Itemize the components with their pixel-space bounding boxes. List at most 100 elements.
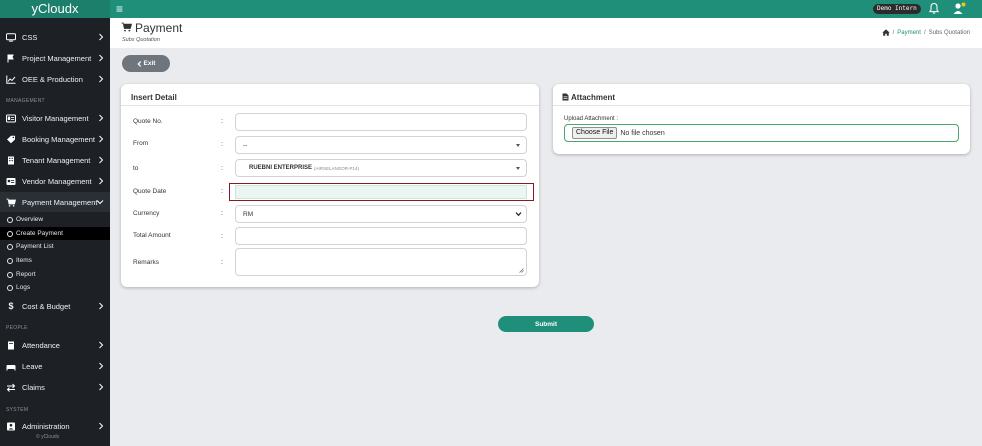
- file-icon: [562, 93, 569, 101]
- sidebar-item-label: Tenant Management: [22, 155, 91, 165]
- from-select[interactable]: --: [235, 136, 527, 154]
- chevron-right-icon: [99, 362, 104, 370]
- sidebar-item-label: Vendor Management: [22, 176, 92, 186]
- resize-handle-icon[interactable]: [519, 268, 524, 273]
- chevron-right-icon: [99, 135, 104, 143]
- breadcrumb-link-payment[interactable]: Payment: [897, 30, 921, 36]
- breadcrumb-separator: /: [892, 29, 895, 36]
- file-input[interactable]: Choose File No file chosen: [564, 124, 959, 142]
- choose-file-button[interactable]: Choose File: [572, 127, 618, 139]
- currency-selected-value: RM: [243, 210, 254, 218]
- section-people: PEOPLE: [6, 325, 28, 331]
- top-bar: [0, 0, 982, 18]
- total-amount-label: Total Amount: [133, 232, 171, 239]
- brand-logo[interactable]: yCloudx: [0, 0, 110, 18]
- sidebar-item-claims[interactable]: Claims: [0, 377, 110, 397]
- sidebar-sub-label: Items: [16, 257, 32, 264]
- sidebar-item-payment-management[interactable]: Payment Management: [0, 192, 110, 212]
- total-amount-input[interactable]: [235, 227, 527, 245]
- sidebar-item-label: Visitor Management: [22, 113, 89, 123]
- field-colon: :: [221, 141, 223, 148]
- chevron-right-icon: [99, 341, 104, 349]
- sidebar-sub-label: Overview: [16, 216, 44, 223]
- chevron-right-icon: [99, 422, 104, 430]
- sidebar-sub-logs[interactable]: Logs: [0, 281, 110, 294]
- dollar-icon: $: [8, 300, 14, 311]
- home-icon[interactable]: [881, 29, 890, 36]
- chevron-right-icon: [99, 383, 104, 391]
- sidebar-item-css[interactable]: CSS: [0, 27, 110, 47]
- page-subtitle: Subs Quotation: [122, 37, 160, 43]
- section-management: MANAGEMENT: [6, 98, 45, 104]
- sidebar-item-label: Booking Management: [22, 134, 95, 144]
- circle-icon: [7, 271, 13, 278]
- field-colon: :: [221, 210, 223, 217]
- to-selected-hint: (AIRSELANGOR-P14): [314, 165, 360, 171]
- circle-icon: [7, 230, 13, 237]
- chevron-right-icon: [99, 75, 104, 83]
- bell-icon[interactable]: [928, 2, 940, 15]
- quote-no-label: Quote No.: [133, 118, 163, 125]
- sidebar-sub-items[interactable]: Items: [0, 254, 110, 267]
- circle-icon: [7, 243, 13, 250]
- caret-down-icon: [516, 144, 520, 147]
- circle-icon: [7, 257, 13, 264]
- sidebar-item-label: Payment Management: [22, 197, 98, 207]
- cart-icon: [121, 22, 132, 32]
- insert-detail-title: Insert Detail: [131, 93, 177, 102]
- sidebar-sub-report[interactable]: Report: [0, 268, 110, 281]
- hamburger-menu-icon[interactable]: ≡: [116, 2, 123, 16]
- from-label: From: [133, 140, 149, 147]
- remarks-label: Remarks: [133, 259, 160, 266]
- chevron-right-icon: [99, 302, 104, 310]
- sidebar-sub-payment-list[interactable]: Payment List: [0, 240, 110, 253]
- sidebar-item-administration[interactable]: Administration: [0, 416, 110, 436]
- sidebar-item-vendor-management[interactable]: Vendor Management: [0, 171, 110, 191]
- sidebar-sub-overview[interactable]: Overview: [0, 213, 110, 226]
- chevron-right-icon: [99, 54, 104, 62]
- sidebar-item-label: Claims: [22, 382, 45, 392]
- sidebar-item-attendance[interactable]: Attendance: [0, 335, 110, 355]
- field-colon: :: [221, 233, 223, 240]
- sidebar-item-label: Attendance: [22, 340, 60, 350]
- sidebar-item-label: Administration: [22, 421, 70, 431]
- sidebar-sub-label: Report: [16, 271, 36, 278]
- breadcrumb-current: Subs Quotation: [928, 29, 970, 36]
- field-colon: :: [221, 259, 223, 266]
- sidebar-sub-label: Create Payment: [16, 230, 63, 237]
- sidebar-item-cost-budget[interactable]: $ Cost & Budget: [0, 296, 110, 316]
- user-icon[interactable]: [953, 2, 966, 15]
- sidebar-item-label: Leave: [22, 361, 43, 371]
- breadcrumb-separator: /: [923, 29, 926, 36]
- sidebar-item-visitor-management[interactable]: Visitor Management: [0, 108, 110, 128]
- currency-select[interactable]: RM: [235, 205, 527, 223]
- quote-date-input[interactable]: [235, 185, 527, 199]
- quote-no-input[interactable]: [235, 113, 527, 131]
- chevron-right-icon: [99, 177, 104, 185]
- sidebar-sub-create-payment[interactable]: Create Payment: [0, 227, 110, 240]
- id-card-icon: [6, 114, 16, 122]
- to-select[interactable]: RUEBNI ENTERPRISE (AIRSELANGOR-P14): [235, 159, 527, 177]
- chevron-right-icon: [99, 114, 104, 122]
- sidebar-item-booking-management[interactable]: Booking Management: [0, 129, 110, 149]
- submit-button[interactable]: Submit: [498, 316, 594, 332]
- chart-icon: [6, 75, 16, 84]
- chevron-left-icon: [136, 60, 141, 67]
- breadcrumb: / Payment / Subs Quotation: [881, 29, 970, 36]
- exit-button[interactable]: Exit: [122, 55, 170, 72]
- card-divider: [121, 105, 539, 106]
- card-divider: [553, 105, 970, 106]
- page-header: [110, 18, 982, 48]
- sidebar-item-tenant-management[interactable]: Tenant Management: [0, 150, 110, 170]
- page-title: Payment: [135, 21, 183, 35]
- remarks-textarea[interactable]: [235, 248, 527, 276]
- tag-icon: [7, 135, 15, 143]
- sidebar-item-leave[interactable]: Leave: [0, 356, 110, 376]
- chevron-right-icon: [99, 33, 104, 41]
- sidebar-item-project-management[interactable]: Project Management: [0, 48, 110, 68]
- sidebar-footer: © yCloudx: [36, 434, 60, 440]
- section-system: SYSTEM: [6, 407, 29, 413]
- file-status: No file chosen: [620, 129, 665, 137]
- to-selected-value: RUEBNI ENTERPRISE: [249, 165, 313, 171]
- sidebar-item-oee-production[interactable]: OEE & Production: [0, 69, 110, 89]
